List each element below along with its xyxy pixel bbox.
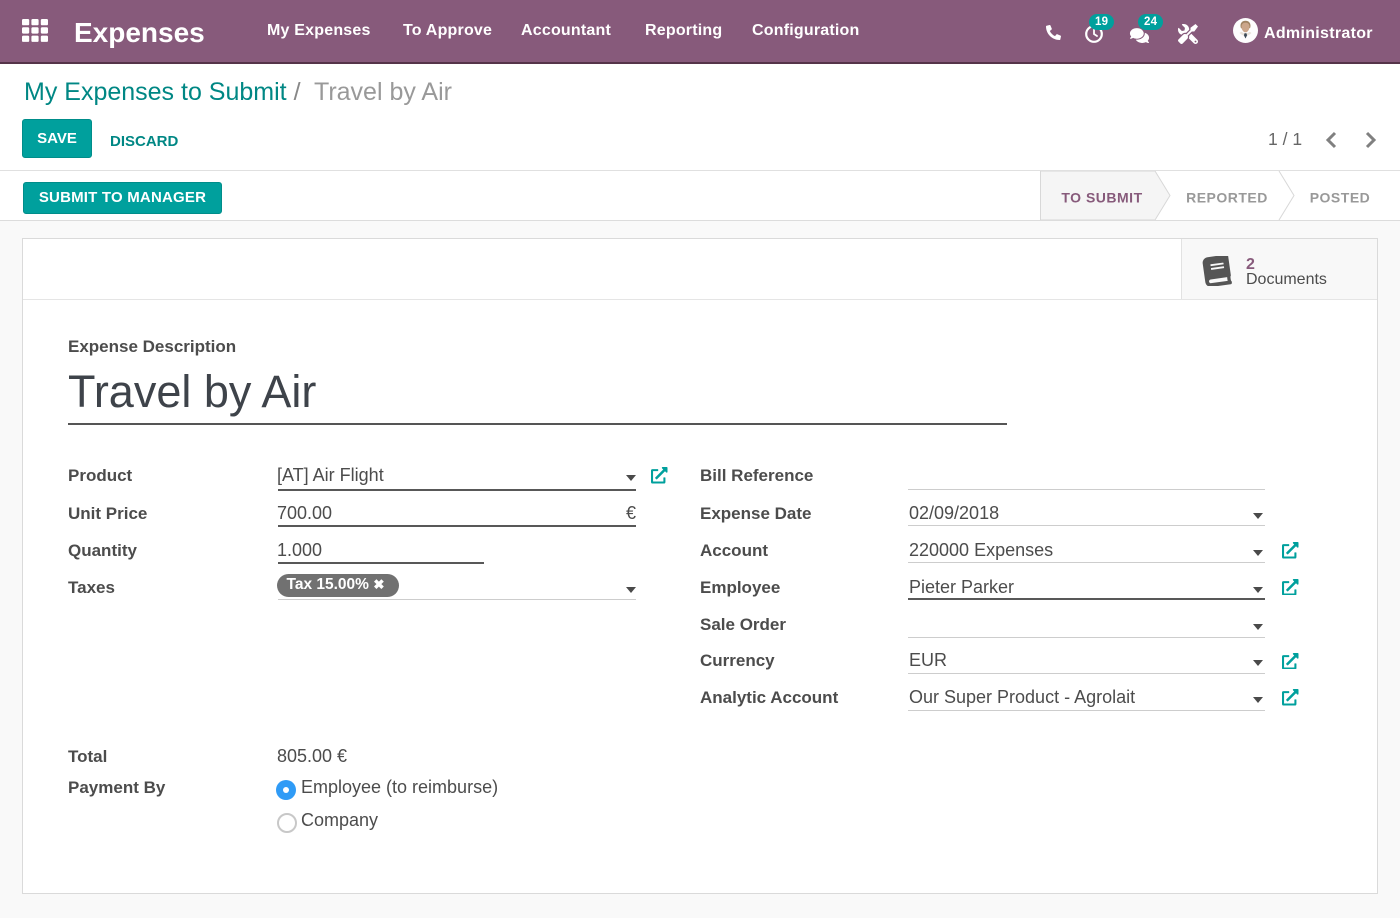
svg-text:TO SUBMIT: TO SUBMIT xyxy=(1061,190,1142,206)
svg-text:REPORTED: REPORTED xyxy=(1186,190,1268,206)
svg-text:POSTED: POSTED xyxy=(1310,190,1371,206)
